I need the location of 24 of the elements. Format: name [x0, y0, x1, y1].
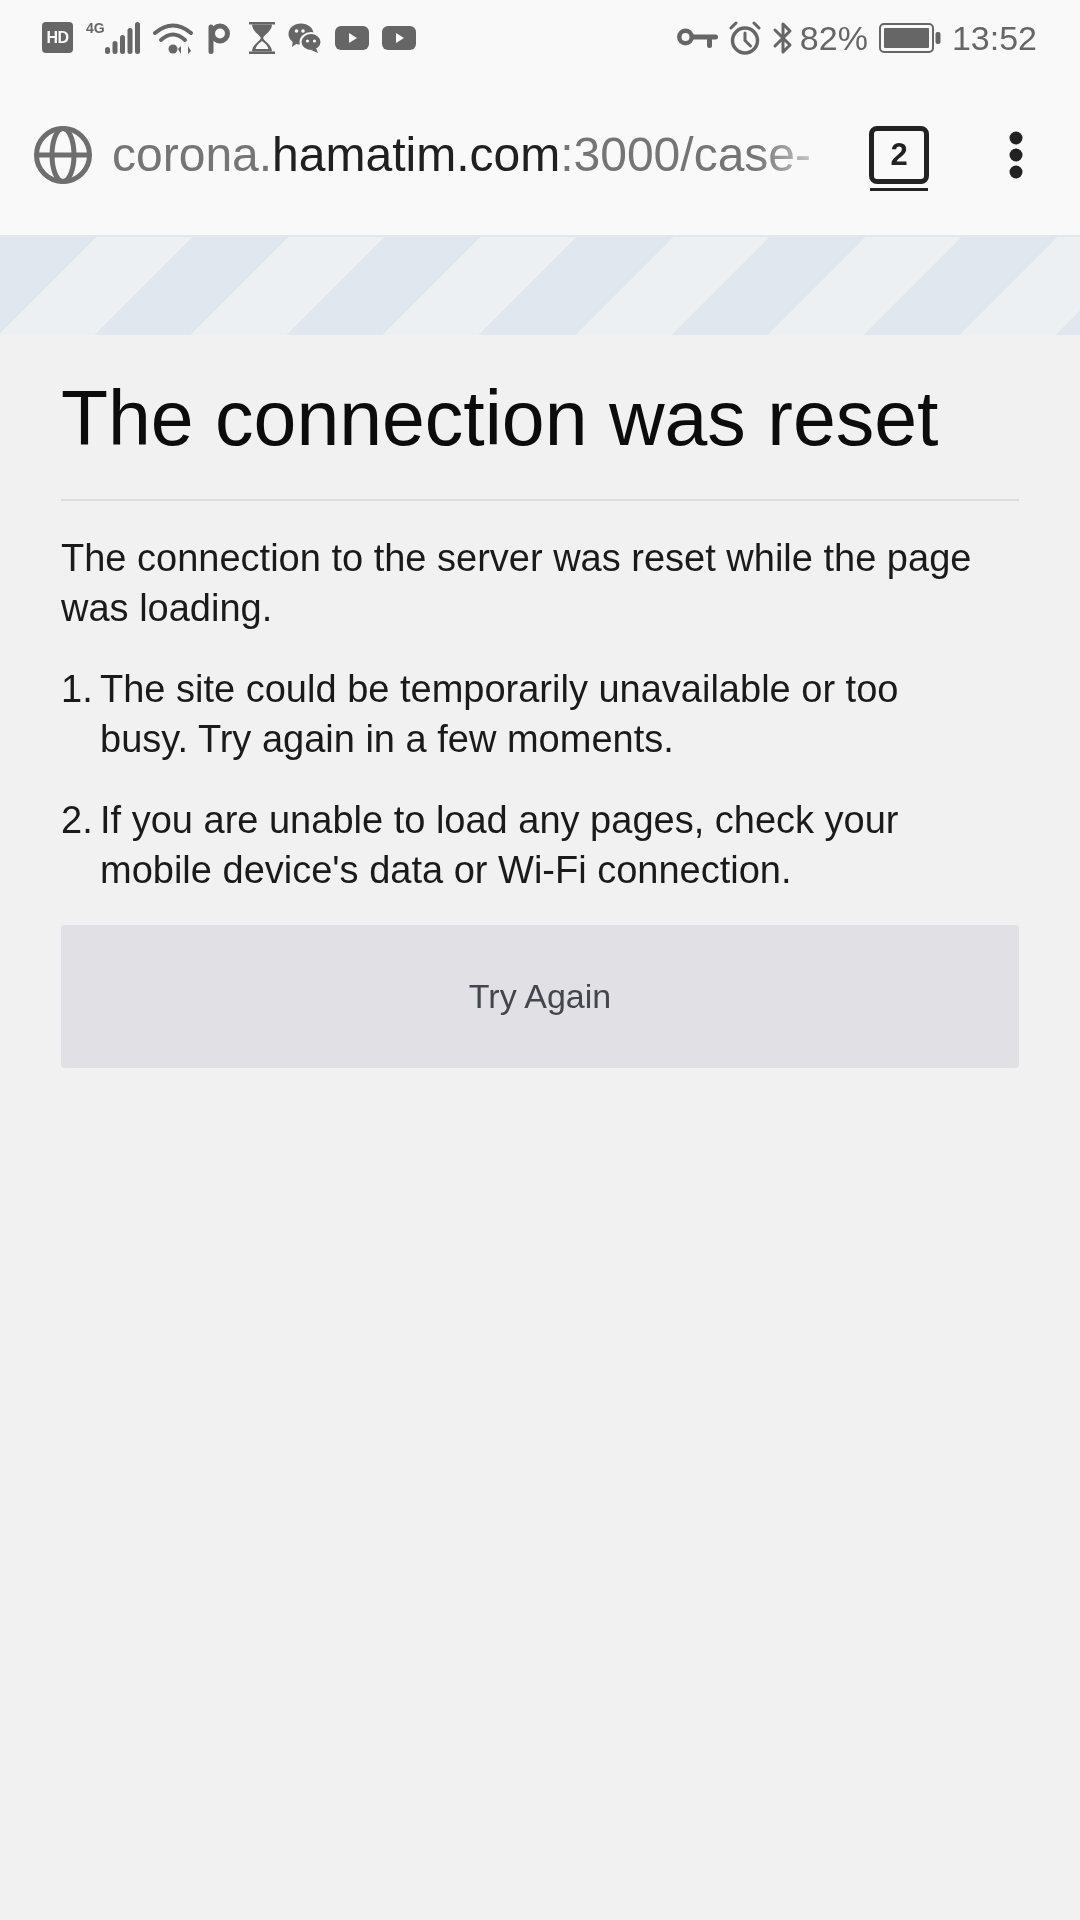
battery-icon [878, 22, 941, 53]
error-title: The connection was reset [61, 374, 939, 463]
alarm-clock-icon [728, 20, 761, 55]
list-number: 2. [61, 798, 94, 843]
battery-percentage: 82% [799, 17, 868, 58]
more-vertical-icon[interactable] [1009, 131, 1023, 179]
wifi-icon [152, 21, 193, 54]
address-field[interactable]: corona.hamatim.com:3000/case- [112, 125, 811, 185]
p-icon [207, 21, 230, 54]
signal-bars-icon [104, 21, 140, 54]
try-again-button[interactable]: Try Again [61, 925, 1019, 1068]
hd-badge: HD [42, 22, 73, 53]
error-description: The connection to the server was reset while the page was loading. [61, 536, 973, 631]
key-icon [676, 27, 718, 48]
hourglass-icon [248, 21, 275, 54]
chat-bubbles-icon [287, 22, 322, 53]
suggestion-text: If you are unable to load any pages, check your mobile device's data or Wi-Fi connection. [100, 798, 900, 893]
network-type-label: 4G [86, 19, 105, 36]
video-play-icon [381, 25, 416, 50]
video-play-icon [334, 25, 369, 50]
globe-icon[interactable] [33, 125, 93, 185]
list-number: 1. [61, 667, 94, 712]
suggestion-text: The site could be temporarily unavailable or too busy. Try again in a few moments. [100, 667, 900, 762]
clock-time: 13:52 [951, 17, 1037, 58]
